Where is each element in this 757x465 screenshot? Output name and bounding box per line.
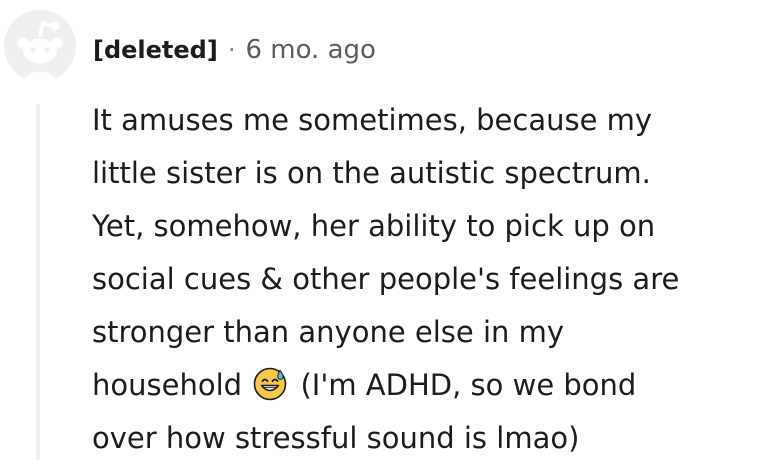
- deleted-user-snoo-icon: [4, 10, 76, 82]
- comment-text-segment: (I'm ADHD, so we bond: [300, 368, 637, 402]
- comment-line: over how stressful sound is lmao): [92, 421, 580, 455]
- comment-body: It amuses me sometimes, because my littl…: [92, 94, 752, 465]
- comment-line: social cues & other people's feelings ar…: [92, 262, 680, 296]
- comment-line: stronger than anyone else in my: [92, 315, 565, 349]
- comment-meta: [deleted] · 6 mo. ago: [93, 28, 376, 72]
- author-name[interactable]: [deleted]: [93, 36, 218, 64]
- avatar[interactable]: [4, 10, 76, 82]
- comment-line: It amuses me sometimes, because my: [92, 103, 653, 137]
- comment-line: household (I'm ADHD, so we bond: [92, 359, 752, 412]
- meta-separator: ·: [227, 36, 236, 64]
- comment: [deleted] · 6 mo. ago It amuses me somet…: [0, 0, 757, 460]
- comment-text-segment: household: [92, 368, 243, 402]
- comment-timestamp[interactable]: 6 mo. ago: [245, 35, 375, 65]
- thread-collapse-line[interactable]: [36, 104, 40, 460]
- grinning-face-with-sweat-emoji-icon: [253, 367, 287, 401]
- comment-line: little sister is on the autistic spectru…: [92, 156, 651, 190]
- comment-line: Yet, somehow, her ability to pick up on: [92, 209, 656, 243]
